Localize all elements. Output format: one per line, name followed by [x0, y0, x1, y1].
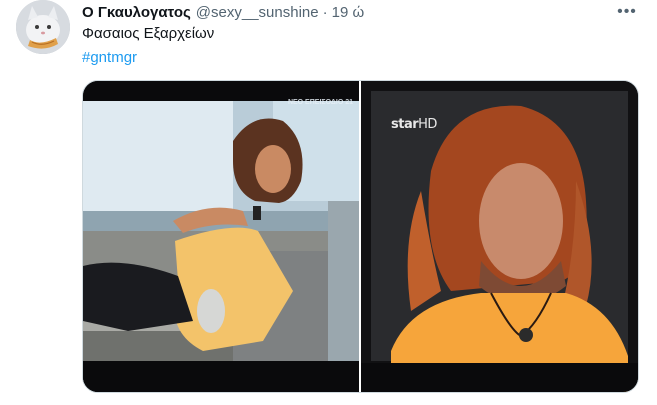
- more-options-button[interactable]: •••: [615, 2, 639, 22]
- tweet-text: Φασαιος Εξαρχείων: [82, 25, 215, 42]
- author-handle[interactable]: @sexy__sunshine: [196, 4, 319, 21]
- cat-avatar-icon: [16, 0, 70, 54]
- photo-right[interactable]: starHD: [361, 81, 638, 392]
- tweet-header: Ο Γκαυλογατος @sexy__sunshine · 19 ώ: [82, 2, 617, 22]
- media-grid: ΝΕΟ ΕΠΕΙΣΟΔΙΟ 21 starHD: [82, 80, 639, 393]
- channel-logo-hd: HD: [418, 117, 437, 132]
- channel-logo-main: star: [391, 117, 419, 132]
- more-horizontal-icon: •••: [617, 3, 637, 20]
- tweet-timestamp[interactable]: 19 ώ: [332, 4, 365, 21]
- channel-logo: starHD: [391, 117, 437, 132]
- separator-dot: ·: [322, 3, 328, 21]
- avatar[interactable]: [16, 0, 70, 54]
- hashtag-link[interactable]: #gntmgr: [82, 48, 137, 68]
- tv-screen-photo-left: [83, 81, 359, 392]
- tweet: Ο Γκαυλογατος @sexy__sunshine · 19 ώ •••…: [0, 0, 657, 405]
- author-name[interactable]: Ο Γκαυλογατος: [82, 4, 191, 21]
- photo-left[interactable]: ΝΕΟ ΕΠΕΙΣΟΔΙΟ 21: [83, 81, 359, 392]
- episode-overlay: ΝΕΟ ΕΠΕΙΣΟΔΙΟ 21: [287, 99, 353, 106]
